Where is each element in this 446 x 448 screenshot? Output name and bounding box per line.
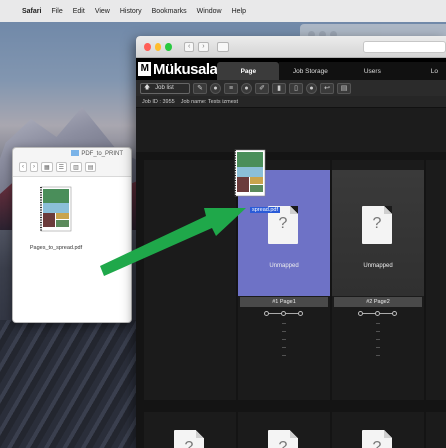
finder-title-bar[interactable]: PDF_to_PRINT [13,148,131,160]
icon-view-button[interactable]: ▦ [41,162,53,172]
spread-icon[interactable]: ▮ [272,82,286,94]
undo-icon[interactable]: ↩ [320,82,334,94]
rock-formation [0,320,150,448]
dragged-file-label: spread.pdf [250,207,280,213]
menu-app-name[interactable]: Safari [22,8,41,15]
tab-logs[interactable]: Lo [403,62,446,80]
folder-icon [71,150,80,156]
brand-name: Mükusala [153,60,218,78]
menu-file[interactable]: File [51,8,62,15]
browser-title-bar: ‹ › [136,36,446,58]
job-id: Job ID : 3955 [142,98,175,105]
menu-help[interactable]: Help [232,8,246,15]
sidebar-toggle-icon[interactable] [216,41,229,52]
tab-page[interactable]: Page [217,62,280,80]
forward-button[interactable]: › [30,162,38,172]
zoom-window-icon[interactable] [165,42,172,51]
app-header: M Mükusala Page Job Storage Users Lo [136,58,446,80]
page-slider[interactable] [358,310,398,316]
finder-content: Pages_to_spread.pdf [13,176,131,322]
print-icon[interactable]: ▤ [337,82,351,94]
page-details: -- -- -- -- -- [376,321,380,359]
list-view-button[interactable]: ☰ [55,162,68,172]
unmapped-page-icon: ? [268,430,298,448]
menu-history[interactable]: History [120,8,142,15]
app-window[interactable]: ‹ › M Mükusala Page Job Storage Users Lo … [136,36,446,448]
status-icon[interactable]: ● [241,82,252,94]
record-icon[interactable]: ● [210,82,221,94]
main-tabs: Page Job Storage Users Lo [217,62,446,80]
page-details: -- -- -- -- -- [282,321,286,359]
finder-title: PDF_to_PRINT [81,151,123,157]
page-name[interactable]: #2 Page2 [334,297,422,307]
finder-toolbar: ‹ › ▦ ☰ ▥ ▤ [13,160,131,174]
pdf-file-icon[interactable] [37,185,75,235]
brand-mark: M [138,62,151,76]
edit-icon[interactable]: ✎ [193,82,207,94]
tab-job-storage[interactable]: Job Storage [279,62,342,80]
forward-icon[interactable]: › [198,41,209,52]
unmapped-page-icon: ? [362,206,392,244]
close-window-icon[interactable] [144,42,151,51]
layers-icon[interactable]: ≡ [224,82,238,94]
page-slider[interactable] [264,310,304,316]
brand-logo: M Mükusala [136,58,218,80]
gallery-view-button[interactable]: ▤ [84,162,97,172]
dragged-pdf-icon[interactable] [232,148,268,200]
column-view-button[interactable]: ▥ [70,162,82,172]
page-icon[interactable]: ▯ [289,82,303,94]
page-cell[interactable] [144,160,236,400]
file-name-label[interactable]: Pages_to_spread.pdf [15,245,97,251]
page-cell[interactable] [426,160,446,400]
address-bar[interactable] [362,40,446,53]
menu-bar: Safari File Edit View History Bookmarks … [0,0,446,22]
menu-edit[interactable]: Edit [73,8,85,15]
unmapped-page-icon: ? [362,430,392,448]
job-list-button[interactable]: 🡅 Job list [140,82,190,94]
menu-window[interactable]: Window [197,8,222,15]
menu-view[interactable]: View [95,8,110,15]
pen-icon[interactable]: ✐ [255,82,269,94]
dot-icon[interactable]: ● [306,82,317,94]
tab-users[interactable]: Users [341,62,404,80]
minimize-window-icon[interactable] [154,42,162,51]
arrow-up-icon: 🡅 [144,85,151,91]
menu-bookmarks[interactable]: Bookmarks [152,8,187,15]
unmapped-page-icon: ? [174,430,204,448]
back-button[interactable]: ‹ [19,162,27,172]
page-cell[interactable] [426,412,446,448]
job-name: Job name: Tests izmest [180,98,239,105]
app-toolbar: 🡅 Job list ✎ ● ≡ ● ✐ ▮ ▯ ● ↩ ▤ [136,80,446,96]
job-list-label: Job list [155,85,174,91]
finder-window[interactable]: PDF_to_PRINT ‹ › ▦ ☰ ▥ ▤ Pages_to_spread… [12,147,132,323]
job-info-bar: Job ID : 3955 Job name: Tests izmest [136,96,446,108]
back-icon[interactable]: ‹ [183,41,195,52]
page-status: Unmapped [269,263,299,269]
page-grid: ? ? Unmapped Unmapped #1 Page1 #2 Page2 … [136,152,446,448]
page-status: Unmapped [363,263,393,269]
page-name[interactable]: #1 Page1 [240,297,328,307]
